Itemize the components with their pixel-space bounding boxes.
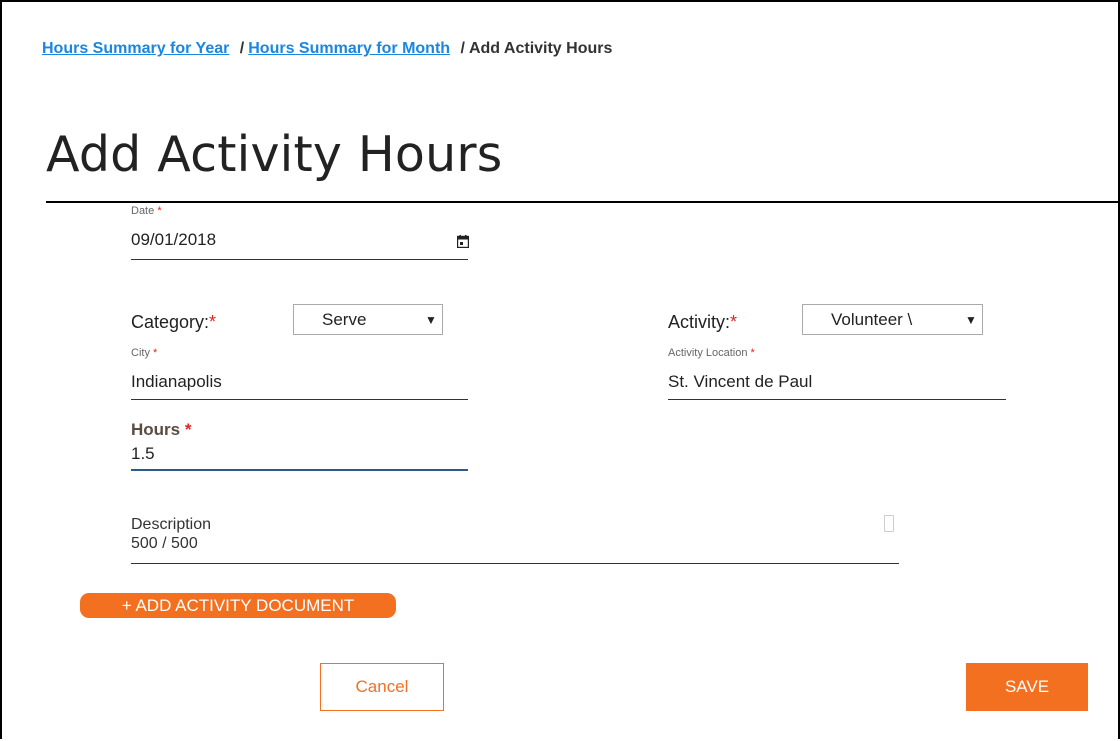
city-underline bbox=[131, 399, 468, 400]
page-title: Add Activity Hours bbox=[46, 126, 503, 183]
category-label-wrap: Category:* bbox=[131, 312, 216, 333]
location-underline bbox=[668, 399, 1006, 400]
location-label-wrap: Activity Location * bbox=[668, 347, 755, 359]
location-label: Activity Location bbox=[668, 347, 748, 359]
calendar-icon[interactable] bbox=[457, 235, 469, 248]
category-label: Category: bbox=[131, 312, 210, 332]
activity-label-wrap: Activity:* bbox=[668, 312, 737, 333]
hours-underline-focused bbox=[131, 469, 468, 471]
activity-label: Activity: bbox=[668, 312, 731, 332]
date-label: Date bbox=[131, 205, 155, 217]
save-button[interactable]: SAVE bbox=[966, 663, 1088, 711]
breadcrumb-current: Add Activity Hours bbox=[468, 40, 613, 57]
category-selected: Serve bbox=[322, 309, 367, 329]
city-label: City bbox=[131, 347, 150, 359]
description-underline bbox=[131, 563, 899, 564]
breadcrumb: Hours Summary for Year / Hours Summary fo… bbox=[42, 40, 612, 58]
required-mark: * bbox=[730, 312, 738, 332]
city-label-wrap: City * bbox=[131, 347, 157, 359]
breadcrumb-year-link[interactable]: Hours Summary for Year bbox=[42, 40, 229, 57]
required-mark: * bbox=[209, 312, 217, 332]
description-label: Description bbox=[131, 516, 212, 533]
required-mark: * bbox=[184, 420, 192, 439]
hours-input[interactable]: 1.5 bbox=[131, 444, 155, 464]
city-input[interactable]: Indianapolis bbox=[131, 372, 222, 392]
date-underline bbox=[131, 259, 468, 260]
hours-label: Hours bbox=[131, 420, 181, 439]
required-mark: * bbox=[153, 347, 158, 359]
cancel-button[interactable]: Cancel bbox=[320, 663, 444, 711]
date-label-wrap: Date * bbox=[131, 205, 162, 217]
page-frame bbox=[0, 0, 1120, 739]
breadcrumb-separator: / bbox=[460, 40, 465, 57]
date-field[interactable]: 09/01/2018 bbox=[131, 230, 216, 250]
chevron-down-icon: ▼ bbox=[965, 312, 977, 327]
hours-label-wrap: Hours * bbox=[131, 420, 191, 440]
description-field[interactable]: Description 500 / 500 bbox=[131, 515, 211, 553]
textarea-resize-icon[interactable] bbox=[884, 515, 894, 532]
add-activity-document-button[interactable]: + ADD ACTIVITY DOCUMENT bbox=[80, 593, 396, 618]
breadcrumb-separator: / bbox=[239, 40, 245, 57]
category-select[interactable]: Serve ▼ bbox=[293, 304, 443, 335]
title-divider bbox=[46, 201, 1118, 203]
chevron-down-icon: ▼ bbox=[425, 312, 437, 327]
required-mark: * bbox=[157, 205, 162, 217]
description-counter: 500 / 500 bbox=[131, 535, 198, 552]
required-mark: * bbox=[750, 347, 755, 359]
activity-select[interactable]: Volunteer \ ▼ bbox=[802, 304, 983, 335]
location-input[interactable]: St. Vincent de Paul bbox=[668, 372, 812, 392]
breadcrumb-month-link[interactable]: Hours Summary for Month bbox=[248, 40, 450, 57]
activity-selected: Volunteer \ bbox=[831, 309, 913, 329]
